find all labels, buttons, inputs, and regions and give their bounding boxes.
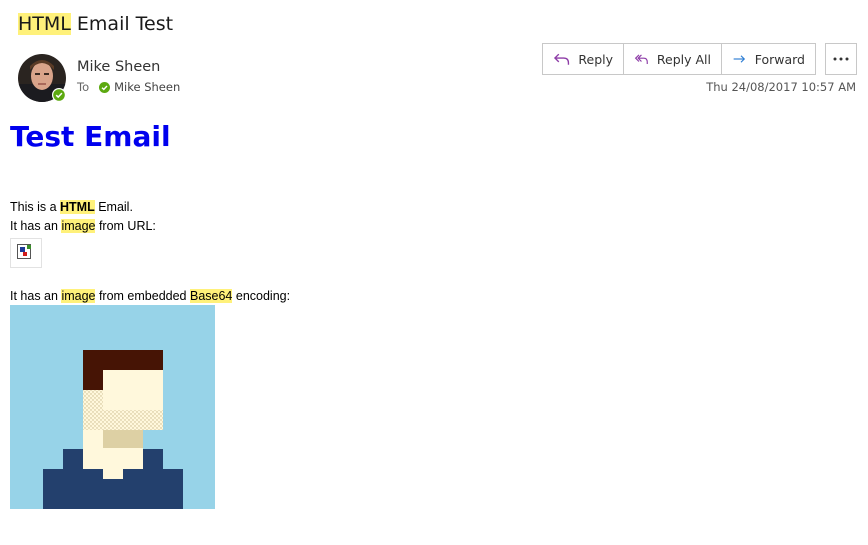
received-date: Thu 24/08/2017 10:57 AM [706,80,856,94]
body-line-url-image: It has an image from URL: [10,219,156,233]
email-subject: HTML Email Test [18,13,173,35]
body-highlight: Base64 [189,289,233,303]
reply-label: Reply [578,51,613,67]
message-actions: Reply Reply All Forward [542,43,816,75]
broken-image-icon [17,244,31,259]
body-text: It has an [10,219,62,233]
url-image-placeholder[interactable] [10,238,42,268]
body-text: from embedded [95,289,190,303]
reply-all-label: Reply All [656,51,711,67]
to-label: To [77,80,90,94]
ellipsis-icon [833,57,849,61]
presence-available-icon [52,88,66,102]
body-line-base64-image: It has an image from embedded Base64 enc… [10,289,290,303]
forward-label: Forward [754,51,805,67]
body-text: It has an [10,289,62,303]
sender-name[interactable]: Mike Sheen [77,59,160,75]
reply-all-button[interactable]: Reply All [624,44,722,74]
body-text: Email. [94,200,133,214]
sender-avatar[interactable] [18,54,66,102]
presence-available-icon [99,81,111,93]
body-text: encoding: [232,289,291,303]
body-text: from URL: [95,219,156,233]
reply-all-arrow-icon [634,54,648,64]
base64-embedded-image [10,305,215,509]
body-highlight: image [61,289,96,303]
body-highlight: image [61,219,96,233]
subject-search-highlight: HTML [18,13,71,35]
recipient-name[interactable]: Mike Sheen [114,80,180,94]
reply-button[interactable]: Reply [543,44,624,74]
recipients-row: To Mike Sheen [77,80,180,94]
email-heading: Test Email [10,120,171,153]
forward-arrow-icon [733,55,746,63]
body-highlight-bold: HTML [60,200,95,214]
subject-rest: Email Test [70,13,174,35]
forward-button[interactable]: Forward [722,44,815,74]
reply-arrow-icon [553,53,570,65]
more-actions-button[interactable] [825,43,857,75]
body-text: This is a [10,200,61,214]
body-line-html: This is a HTML Email. [10,200,133,214]
